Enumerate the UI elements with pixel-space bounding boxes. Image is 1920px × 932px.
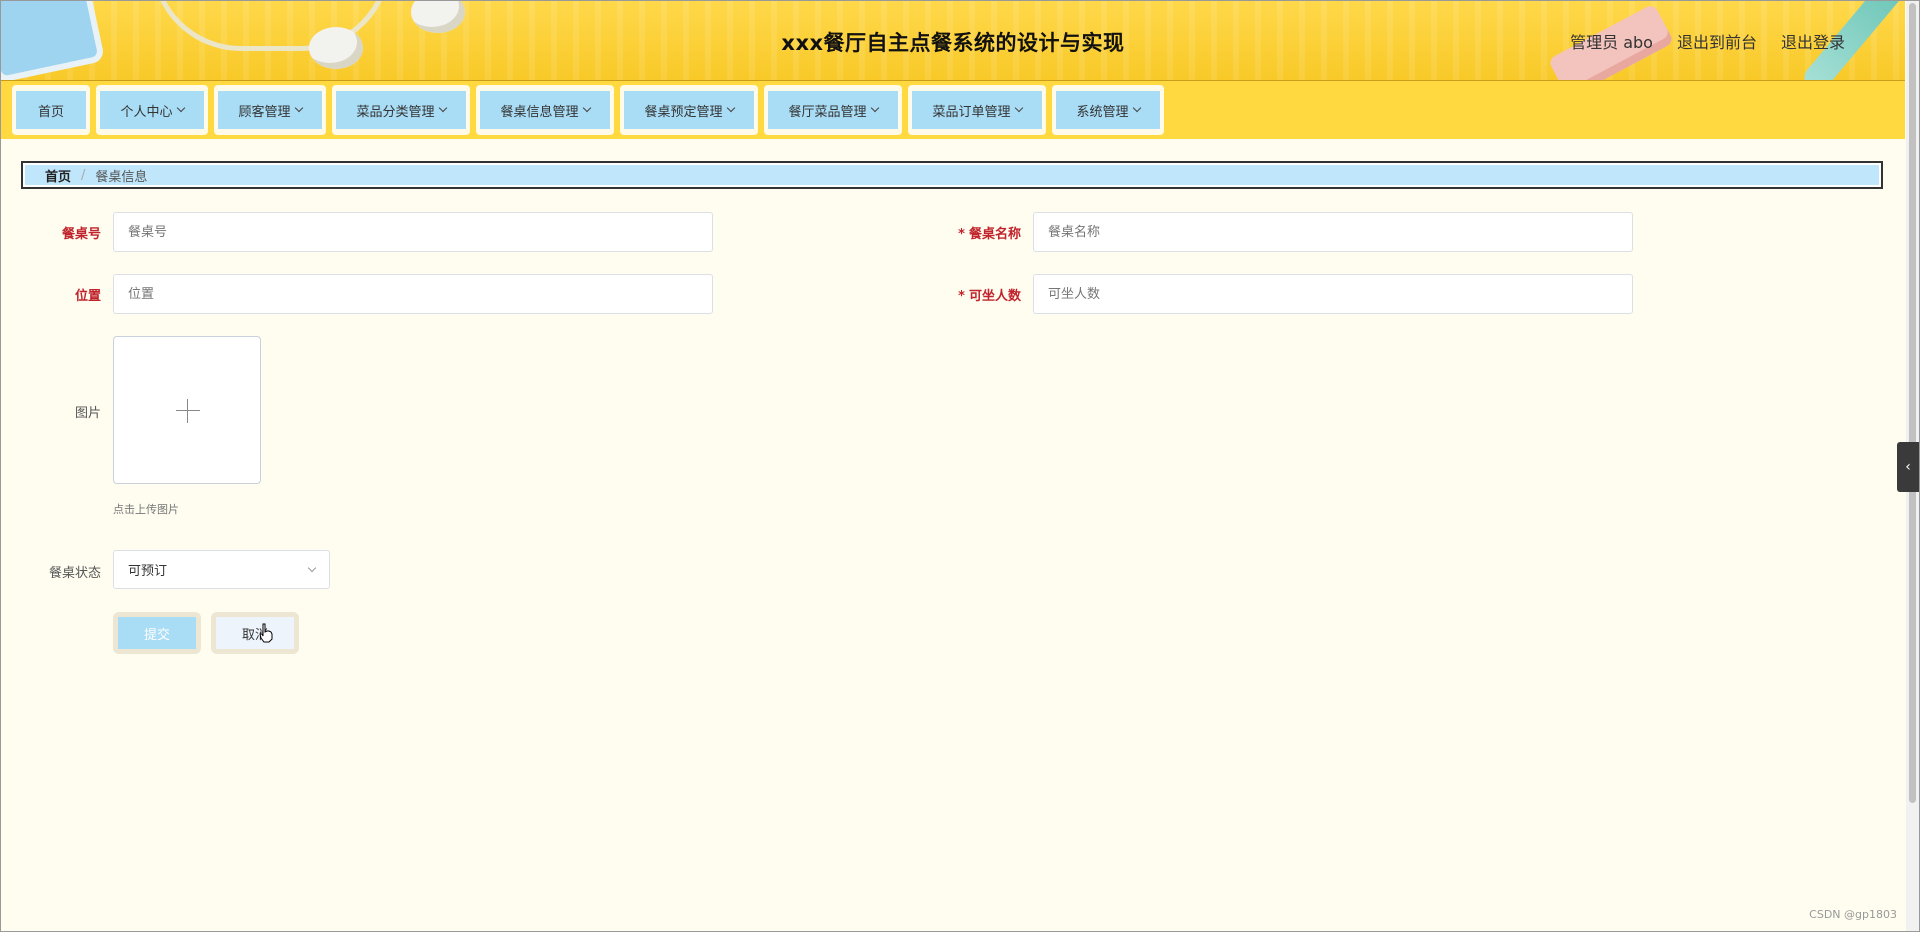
- chevron-down-icon: [1132, 103, 1141, 113]
- breadcrumb-current: 餐桌信息: [95, 169, 148, 185]
- required-mark: *: [958, 227, 965, 242]
- submit-button[interactable]: 提交: [118, 617, 196, 649]
- upload-hint: 点击上传图片: [113, 503, 179, 516]
- plus-icon: [187, 399, 188, 423]
- breadcrumb-separator: /: [81, 167, 86, 183]
- plus-icon: [176, 410, 200, 411]
- nav-customers[interactable]: 顾客管理: [214, 85, 326, 135]
- status-select[interactable]: 可预订: [113, 550, 330, 589]
- nav-label: 系统管理: [1076, 104, 1129, 120]
- table-name-label-text: 餐桌名称: [968, 227, 1021, 242]
- nav-home[interactable]: 首页: [12, 85, 90, 135]
- required-mark: *: [958, 289, 965, 304]
- seats-label-text: 可坐人数: [968, 289, 1021, 304]
- cancel-button-wrap: 取消: [211, 612, 299, 654]
- nav-label: 餐厅菜品管理: [788, 104, 867, 120]
- chevron-down-icon: [307, 563, 317, 573]
- nav-label: 菜品分类管理: [356, 104, 435, 120]
- nav-label: 顾客管理: [238, 104, 291, 120]
- image-upload-box[interactable]: [113, 336, 261, 484]
- breadcrumb: 首页 / 餐桌信息: [21, 161, 1883, 189]
- breadcrumb-home[interactable]: 首页: [45, 166, 71, 185]
- location-label: 位置: [74, 289, 101, 304]
- table-no-label: 餐桌号: [61, 227, 101, 242]
- main-nav: 首页 个人中心 顾客管理 菜品分类管理 餐桌信息管理 餐桌预定管理 餐厅菜品管理…: [1, 81, 1905, 139]
- seats-label: * 可坐人数: [931, 285, 1021, 304]
- top-links: 管理员 abo 退出到前台 退出登录: [1570, 29, 1845, 53]
- location-input[interactable]: [113, 274, 713, 314]
- chevron-down-icon: [870, 103, 879, 113]
- table-name-input[interactable]: [1033, 212, 1633, 252]
- nav-table-booking[interactable]: 餐桌预定管理: [620, 85, 758, 135]
- chevron-down-icon: [294, 103, 303, 113]
- nav-system[interactable]: 系统管理: [1052, 85, 1164, 135]
- nav-dish-category[interactable]: 菜品分类管理: [332, 85, 470, 135]
- hand-cursor-icon: [259, 623, 273, 643]
- header-banner: xxx餐厅自主点餐系统的设计与实现 管理员 abo 退出到前台 退出登录: [1, 1, 1905, 81]
- nav-orders[interactable]: 菜品订单管理: [908, 85, 1046, 135]
- nav-table-info[interactable]: 餐桌信息管理: [476, 85, 614, 135]
- cancel-button[interactable]: 取消: [216, 617, 294, 649]
- nav-label: 餐桌预定管理: [644, 104, 723, 120]
- chevron-left-icon[interactable]: ‹: [1897, 442, 1919, 492]
- nav-label: 餐桌信息管理: [500, 104, 579, 120]
- nav-label: 个人中心: [120, 104, 173, 120]
- logout-link[interactable]: 退出登录: [1781, 29, 1845, 53]
- nav-dishes[interactable]: 餐厅菜品管理: [764, 85, 902, 135]
- submit-button-wrap: 提交: [113, 612, 201, 654]
- chevron-down-icon: [726, 103, 735, 113]
- nav-profile[interactable]: 个人中心: [96, 85, 208, 135]
- scrollbar-thumb[interactable]: [1909, 3, 1916, 803]
- nav-label: 菜品订单管理: [932, 104, 1011, 120]
- table-no-input[interactable]: [113, 212, 713, 252]
- image-label: 图片: [74, 406, 101, 421]
- admin-label: 管理员 abo: [1570, 33, 1653, 52]
- status-label: 餐桌状态: [48, 566, 101, 581]
- chevron-down-icon: [582, 103, 591, 113]
- status-value: 可预订: [128, 564, 168, 579]
- table-name-label: * 餐桌名称: [931, 223, 1021, 242]
- front-link[interactable]: 退出到前台: [1677, 29, 1757, 53]
- chevron-down-icon: [176, 103, 185, 113]
- chevron-down-icon: [438, 103, 447, 113]
- nav-label: 首页: [37, 104, 64, 120]
- chevron-down-icon: [1014, 103, 1023, 113]
- watermark: CSDN @gp1803: [1809, 908, 1897, 921]
- seats-input[interactable]: [1033, 274, 1633, 314]
